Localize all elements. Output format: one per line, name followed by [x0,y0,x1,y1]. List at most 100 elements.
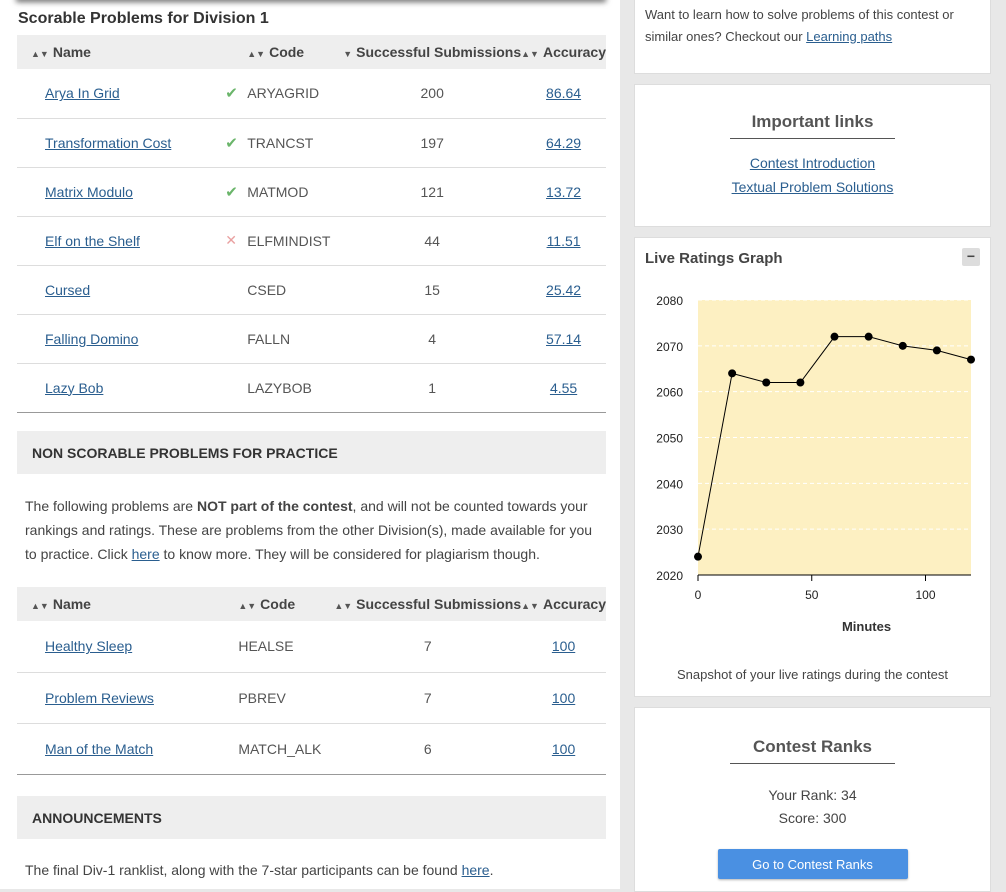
rating-point[interactable] [967,355,975,364]
check-icon: ✔ [225,183,238,201]
submissions-count: 44 [343,216,522,266]
accuracy-link[interactable]: 11.51 [547,233,581,249]
problem-link[interactable]: Matrix Modulo [45,184,133,200]
problem-code: LAZYBOB [247,363,344,413]
problem-link[interactable]: Falling Domino [45,331,138,347]
accuracy-link[interactable]: 100 [552,638,575,654]
accuracy-link[interactable]: 100 [552,741,575,757]
sort-icon: ▲▼ [247,49,266,59]
submissions-count: 7 [334,672,522,724]
graph-caption: Snapshot of your live ratings during the… [677,667,948,682]
submissions-count: 15 [343,265,522,315]
problem-code: HEALSE [238,621,335,673]
contest-introduction-link[interactable]: Contest Introduction [750,155,875,171]
y-tick-label: 2060 [656,386,683,400]
submissions-count: 4 [343,314,522,364]
scorable-table: ▲▼ Name ▲▼ Code ▼ Successful Submissions ▲▼… [17,35,606,413]
rating-point[interactable] [898,341,907,350]
nonscorable-heading: NON SCORABLE PROBLEMS FOR PRACTICE [17,431,606,474]
problem-link[interactable]: Problem Reviews [45,690,154,706]
nonscorable-description: The following problems are NOT part of t… [25,498,593,562]
rating-point[interactable] [932,346,941,355]
announcements-heading: ANNOUNCEMENTS [17,796,606,839]
learning-text: Want to learn how to solve problems of t… [645,7,954,44]
rating-point[interactable] [762,378,771,387]
learning-paths-link[interactable]: Learning paths [806,29,892,44]
rating-point[interactable] [728,369,737,378]
accuracy-link[interactable]: 86.64 [546,85,581,101]
submissions-count: 200 [343,69,522,119]
learning-card: Want to learn how to solve problems of t… [634,0,991,74]
problem-link[interactable]: Man of the Match [45,741,153,757]
problem-link[interactable]: Transformation Cost [45,135,171,151]
accuracy-link[interactable]: 57.14 [546,331,581,347]
ranklist-link[interactable]: here [462,862,490,878]
y-tick-label: 2040 [656,477,683,491]
problem-link[interactable]: Lazy Bob [45,380,103,396]
problem-link[interactable]: Cursed [45,282,90,298]
scorable-title: Scorable Problems for Division 1 [18,10,269,27]
col-acc-header[interactable]: ▲▼ Accuracy [521,35,606,69]
y-tick-label: 2030 [656,523,683,537]
ratings-graph-card: Live Ratings Graph − 2020 2030 2040 2050 206… [634,237,991,697]
cross-icon: ✕ [225,232,237,248]
problem-code: TRANCST [247,118,344,168]
problem-link[interactable]: Healthy Sleep [45,638,132,654]
submissions-count: 6 [334,723,522,775]
textual-solutions-link[interactable]: Textual Problem Solutions [732,179,894,195]
nonscorable-table: ▲▼ Name ▲▼ Code ▲▼ Successful Submissions ▲… [17,587,606,775]
y-tick-label: 2020 [656,569,683,583]
problems-panel: Scorable Problems for Division 1 ▲▼ Name … [0,0,620,889]
problem-code: PBREV [238,672,335,724]
ratings-graph-title: Live Ratings Graph [645,250,783,267]
your-score: Score: 300 [778,810,847,826]
your-rank: Your Rank: 34 [768,787,857,803]
problem-code: FALLN [247,314,344,364]
know-more-link[interactable]: here [132,546,160,562]
col-subs-header[interactable]: ▲▼ Successful Submissions [334,587,522,621]
y-tick-label: 2080 [656,294,683,308]
x-tick-label: 0 [695,588,702,602]
rating-point[interactable] [864,332,873,341]
col-acc-header[interactable]: ▲▼ Accuracy [521,587,606,621]
accuracy-link[interactable]: 13.72 [546,184,581,200]
problem-link[interactable]: Arya In Grid [45,85,120,101]
problem-link[interactable]: Elf on the Shelf [45,233,140,249]
accuracy-link[interactable]: 25.42 [546,282,581,298]
announcement-text: The final Div-1 ranklist, along with the… [25,862,494,878]
rating-point[interactable] [830,332,839,341]
contest-ranks-card: Contest Ranks Your Rank: 34 Score: 300 G… [634,707,991,892]
rating-point[interactable] [694,552,702,561]
check-icon: ✔ [225,134,238,152]
check-icon: ✔ [225,85,238,103]
accuracy-link[interactable]: 64.29 [546,135,581,151]
submissions-count: 121 [343,167,522,217]
table-row: Falling Domino FALLN 4 57.14 [17,314,606,364]
x-tick-label: 50 [805,588,819,602]
collapse-button[interactable]: − [962,248,980,266]
col-subs-header[interactable]: ▼ Successful Submissions [343,35,522,69]
col-code-header[interactable]: ▲▼ Code [247,35,344,69]
accuracy-link[interactable]: 4.55 [550,380,577,396]
col-name-header[interactable]: ▲▼ Name [17,587,217,621]
sort-icon: ▲▼ [521,49,539,59]
sort-desc-icon: ▼ [343,49,353,59]
accuracy-link[interactable]: 100 [552,690,575,706]
contest-ranks-title: Contest Ranks [752,737,873,756]
problem-code: MATCH_ALK [238,723,335,775]
rating-point[interactable] [796,378,805,387]
x-axis-label: Minutes [842,619,891,634]
important-links-card: Important links Contest Introduction Tex… [634,84,991,227]
col-name-header[interactable]: ▲▼ Name [17,35,226,69]
sort-icon: ▲▼ [31,601,49,611]
sort-icon: ▲▼ [238,601,257,611]
x-tick-label: 100 [915,588,935,602]
table-row: Lazy Bob LAZYBOB 1 4.55 [17,363,606,413]
go-to-contest-ranks-button[interactable]: Go to Contest Ranks [717,849,908,879]
table-row: Arya In Grid ✔ ARYAGRID 200 86.64 [17,69,606,119]
submissions-count: 7 [334,621,522,673]
table-row: Matrix Modulo ✔ MATMOD 121 13.72 [17,167,606,217]
table-row: Cursed CSED 15 25.42 [17,265,606,315]
sort-icon: ▲▼ [521,601,539,611]
col-code-header[interactable]: ▲▼ Code [238,587,335,621]
